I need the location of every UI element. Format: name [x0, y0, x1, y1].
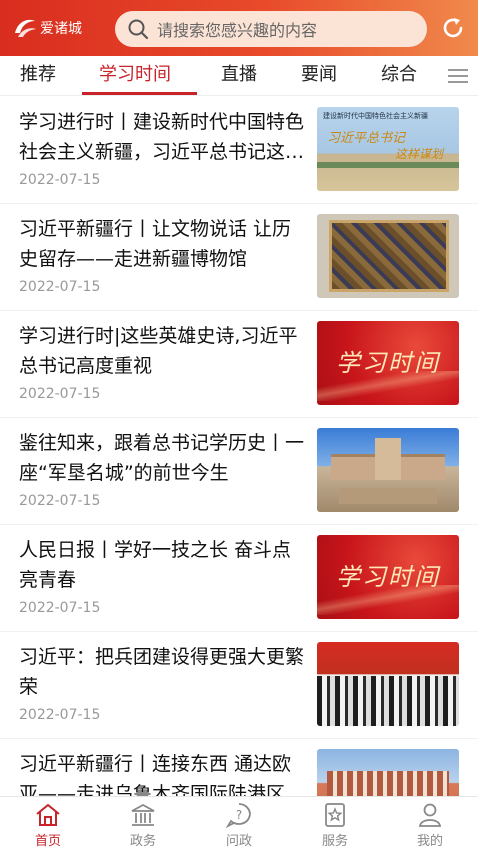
category-tabs: 推荐 学习时间 直播 要闻 综合: [0, 56, 478, 96]
article-title: 鉴往知来，跟着总书记学历史丨一座“军垦名城”的前世今生: [19, 432, 305, 484]
user-icon: [418, 803, 442, 827]
list-item[interactable]: 习近平：把兵团建设得更强大更繁荣 2022-07-15: [0, 632, 478, 739]
thumb-plaque: [339, 488, 437, 504]
nav-label: 服务: [321, 834, 348, 849]
artifact-textile-image: [317, 214, 459, 298]
question-icon: ?: [225, 803, 251, 828]
tab-general[interactable]: 综合: [381, 56, 417, 96]
article-date: 2022-07-15: [19, 707, 101, 723]
article-date: 2022-07-15: [19, 493, 101, 509]
thumb-banner-text: 学习时间: [336, 563, 440, 591]
tab-recommend[interactable]: 推荐: [20, 56, 56, 96]
article-date: 2022-07-15: [19, 279, 101, 295]
tab-news[interactable]: 要闻: [301, 56, 337, 96]
thumb-banner-text: 学习时间: [336, 349, 440, 377]
list-item[interactable]: 习近平新疆行丨让文物说话 让历史留存——走进新疆博物馆 2022-07-15: [0, 204, 478, 311]
search-input[interactable]: 请搜索您感兴趣的内容: [115, 11, 427, 47]
article-title: 学习进行时|这些英雄史诗,习近平总书记高度重视: [19, 325, 298, 377]
tab-study-time[interactable]: 学习时间: [99, 56, 171, 96]
top-header: 爱诸城 请搜索您感兴趣的内容: [0, 0, 478, 56]
active-tab-indicator: [82, 92, 197, 95]
logo-icon: [15, 19, 36, 37]
thumb-caption-1: 习近平总书记: [327, 131, 406, 146]
svg-text:?: ?: [236, 808, 242, 822]
thumb-people: [317, 676, 459, 726]
logo-text: 爱诸城: [40, 21, 82, 37]
nav-label: 政务: [129, 834, 156, 849]
list-item[interactable]: 学习进行时丨建设新时代中国特色社会主义新疆，习近平总书记这样谋划 2022-07…: [0, 97, 478, 204]
article-title: 人民日报丨学好一技之长 奋斗点亮青春: [19, 539, 292, 591]
landscape-image: 建设新时代中国特色社会主义新疆 习近平总书记 这样谋划: [317, 107, 459, 191]
search-icon: [128, 19, 149, 40]
list-item[interactable]: 人民日报丨学好一技之长 奋斗点亮青春 2022-07-15 学习时间: [0, 525, 478, 632]
service-icon: [325, 803, 345, 827]
article-title: 习近平新疆行丨让文物说话 让历史留存——走进新疆博物馆: [19, 218, 292, 270]
menu-icon[interactable]: [446, 66, 470, 86]
nav-mine[interactable]: 我的: [400, 797, 460, 850]
list-item[interactable]: 学习进行时|这些英雄史诗,习近平总书记高度重视 2022-07-15 学习时间: [0, 311, 478, 418]
thumb-caption-2: 这样谋划: [395, 147, 444, 161]
article-date: 2022-07-15: [19, 172, 101, 188]
app-logo[interactable]: 爱诸城: [12, 15, 112, 41]
list-item[interactable]: 鉴往知来，跟着总书记学历史丨一座“军垦名城”的前世今生 2022-07-15: [0, 418, 478, 525]
nav-inquiry[interactable]: ? 问政: [209, 797, 269, 850]
nav-label: 我的: [416, 834, 443, 849]
museum-building-image: [317, 428, 459, 512]
nav-government[interactable]: 政务: [113, 797, 173, 850]
bottom-nav: 首页 政务 ? 问政 服务 我的: [0, 796, 478, 850]
thumb-textile: [329, 220, 449, 292]
article-title: 学习进行时丨建设新时代中国特色社会主义新疆，习近平总书记这样谋划: [19, 111, 305, 163]
government-icon: [131, 803, 155, 826]
refresh-icon[interactable]: [440, 15, 466, 41]
tab-live[interactable]: 直播: [221, 56, 257, 96]
nav-label: 首页: [34, 834, 61, 849]
nav-home[interactable]: 首页: [18, 797, 78, 850]
xuexi-shijian-banner: 学习时间: [317, 535, 459, 619]
people-gathering-image: [317, 642, 459, 726]
thumb-tower: [375, 438, 401, 480]
thumb-caption-small: 建设新时代中国特色社会主义新疆: [323, 112, 428, 120]
xuexi-shijian-banner: 学习时间: [317, 321, 459, 405]
article-title: 习近平：把兵团建设得更强大更繁荣: [19, 646, 305, 698]
article-date: 2022-07-15: [19, 386, 101, 402]
article-date: 2022-07-15: [19, 600, 101, 616]
home-icon: [36, 804, 60, 826]
nav-label: 问政: [225, 834, 252, 849]
thumb-ground: [317, 162, 459, 168]
nav-service[interactable]: 服务: [305, 797, 365, 850]
search-placeholder: 请搜索您感兴趣的内容: [157, 21, 318, 40]
